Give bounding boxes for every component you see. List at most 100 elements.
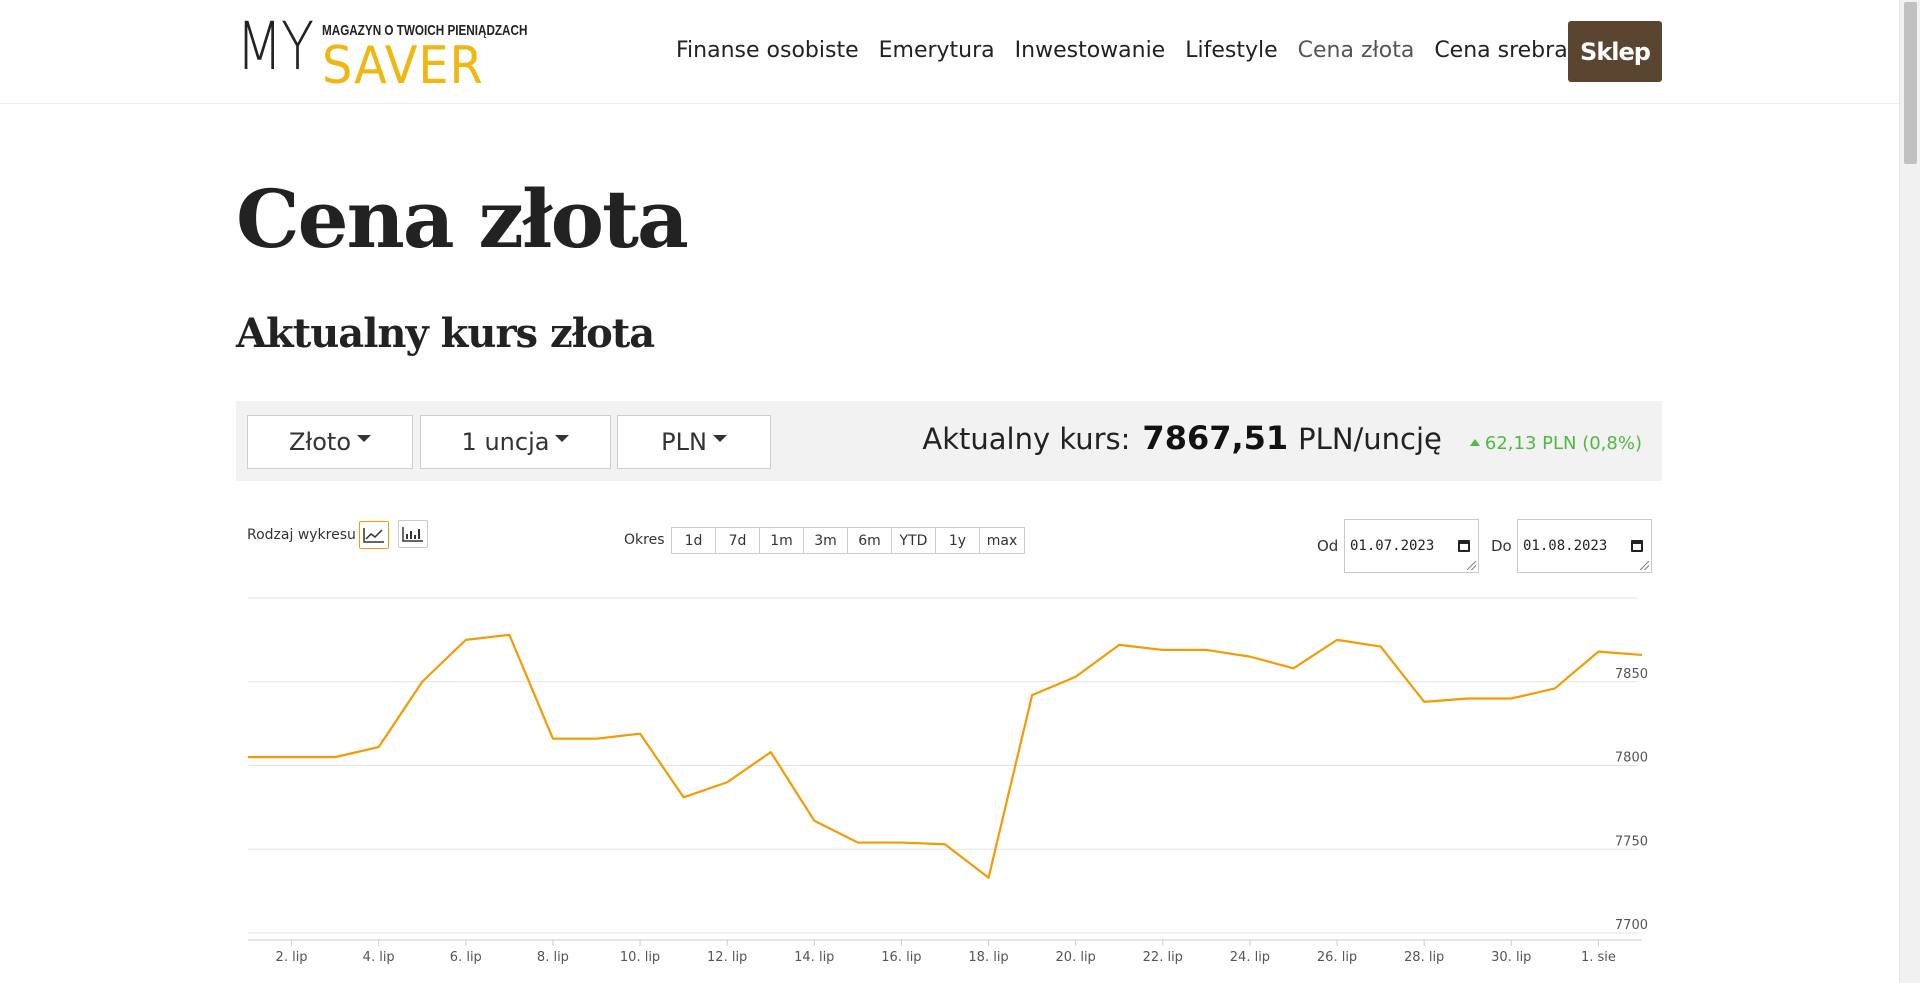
nav-lifestyle[interactable]: Lifestyle — [1185, 38, 1277, 63]
currency-dropdown[interactable]: PLN — [617, 415, 771, 469]
y-tick-label: 7800 — [1615, 751, 1648, 766]
data-point[interactable] — [289, 754, 295, 760]
data-point[interactable] — [550, 736, 556, 742]
data-point[interactable] — [1073, 674, 1079, 680]
period-max[interactable]: max — [979, 527, 1025, 554]
x-tick-label: 26. lip — [1317, 950, 1357, 965]
data-point[interactable] — [332, 754, 338, 760]
data-point[interactable] — [724, 779, 730, 785]
nav-cena-srebra[interactable]: Cena srebra — [1434, 38, 1567, 63]
line-chart-icon — [363, 528, 384, 543]
x-tick-label: 10. lip — [620, 950, 660, 965]
data-point[interactable] — [986, 875, 992, 881]
period-7d[interactable]: 7d — [715, 527, 760, 554]
data-point[interactable] — [1029, 692, 1035, 698]
data-point[interactable] — [376, 744, 382, 750]
x-tick-label: 22. lip — [1143, 950, 1183, 965]
period-1m[interactable]: 1m — [759, 527, 804, 554]
data-point[interactable] — [245, 754, 251, 760]
data-point[interactable] — [1334, 637, 1340, 643]
x-tick-label: 12. lip — [707, 950, 747, 965]
data-point[interactable] — [506, 632, 512, 638]
x-tick-label: 30. lip — [1491, 950, 1531, 965]
weight-dropdown[interactable]: 1 uncja — [420, 415, 611, 469]
section-title: Aktualny kurs złota — [236, 310, 655, 357]
data-point[interactable] — [1421, 699, 1427, 705]
metal-dropdown-label: Złoto — [288, 428, 352, 456]
logo-my: MY — [236, 8, 314, 85]
caret-down-icon — [357, 434, 372, 442]
period-selector: 1d 7d 1m 3m 6m YTD 1y max — [671, 527, 1025, 554]
page-scrollbar[interactable] — [1899, 0, 1920, 983]
data-point[interactable] — [419, 679, 425, 685]
resize-grip-icon — [1640, 561, 1649, 570]
date-to-input[interactable]: 01.08.2023 — [1517, 519, 1652, 573]
bar-chart-icon — [402, 527, 423, 542]
data-point[interactable] — [1639, 652, 1645, 658]
period-1d[interactable]: 1d — [671, 527, 716, 554]
y-tick-label: 7700 — [1615, 918, 1648, 933]
currency-dropdown-label: PLN — [661, 428, 707, 456]
data-point[interactable] — [681, 794, 687, 800]
data-point[interactable] — [898, 840, 904, 846]
data-point[interactable] — [1203, 647, 1209, 653]
period-label: Okres — [624, 532, 665, 548]
site-logo[interactable]: MY MAGAZYN O TWOICH PIENIĄDZACH SAVER — [236, 14, 527, 93]
period-1y[interactable]: 1y — [935, 527, 980, 554]
current-rate: Aktualny kurs: 7867,51 PLN/uncję 62,13 P… — [922, 419, 1642, 457]
nav-inwestowanie[interactable]: Inwestowanie — [1015, 38, 1166, 63]
x-tick-label: 8. lip — [537, 950, 569, 965]
data-point[interactable] — [855, 840, 861, 846]
calendar-icon[interactable] — [1631, 540, 1643, 552]
data-point[interactable] — [768, 749, 774, 755]
scrollbar-thumb[interactable] — [1904, 2, 1917, 164]
weight-dropdown-label: 1 uncja — [461, 428, 550, 456]
x-tick-label: 28. lip — [1404, 950, 1444, 965]
x-tick-label: 24. lip — [1230, 950, 1270, 965]
shop-button[interactable]: Sklep — [1568, 21, 1662, 82]
data-point[interactable] — [1247, 654, 1253, 660]
gold-price-chart[interactable]: 7700 7750 7800 7850 2. lip 4. lip 6. lip 8. lip… — [236, 586, 1662, 983]
resize-grip-icon — [1467, 561, 1476, 570]
data-point[interactable] — [811, 818, 817, 824]
date-to-label: Do — [1491, 537, 1512, 555]
data-point[interactable] — [1552, 685, 1558, 691]
x-tick-label: 16. lip — [881, 950, 921, 965]
selector-bar: Złoto 1 uncja PLN Aktualny kurs: 7867,51… — [236, 401, 1662, 481]
period-3m[interactable]: 3m — [803, 527, 848, 554]
data-point[interactable] — [1116, 642, 1122, 648]
rate-value: 7867,51 — [1142, 419, 1289, 457]
data-point[interactable] — [463, 637, 469, 643]
nav-cena-zlota[interactable]: Cena złota — [1298, 38, 1415, 63]
data-point[interactable] — [637, 731, 643, 737]
data-point[interactable] — [1378, 644, 1384, 650]
rate-change: 62,13 PLN (0,8%) — [1469, 433, 1642, 454]
metal-dropdown[interactable]: Złoto — [247, 415, 413, 469]
caret-down-icon — [712, 434, 727, 442]
y-tick-label: 7750 — [1615, 834, 1648, 849]
rate-unit: PLN/uncję — [1298, 422, 1442, 456]
nav-emerytura[interactable]: Emerytura — [879, 38, 995, 63]
main-nav: Finanse osobiste Emerytura Inwestowanie … — [676, 38, 1588, 63]
x-tick-label: 4. lip — [363, 950, 395, 965]
data-point[interactable] — [1465, 696, 1471, 702]
period-6m[interactable]: 6m — [847, 527, 892, 554]
data-point[interactable] — [942, 841, 948, 847]
page-title: Cena złota — [236, 172, 689, 266]
line-chart-button[interactable] — [359, 521, 389, 549]
caret-down-icon — [555, 434, 570, 442]
date-from-input[interactable]: 01.07.2023 — [1344, 519, 1479, 573]
data-point[interactable] — [594, 736, 600, 742]
data-point[interactable] — [1508, 696, 1514, 702]
data-point[interactable] — [1595, 649, 1601, 655]
nav-finanse-osobiste[interactable]: Finanse osobiste — [676, 38, 859, 63]
chart-type-label: Rodzaj wykresu — [247, 527, 356, 543]
calendar-icon[interactable] — [1458, 540, 1470, 552]
data-point[interactable] — [1291, 665, 1297, 671]
triangle-up-icon — [1469, 439, 1480, 446]
bar-chart-button[interactable] — [398, 520, 428, 548]
period-ytd[interactable]: YTD — [891, 527, 936, 554]
logo-saver: SAVER — [322, 36, 484, 96]
data-point[interactable] — [1160, 647, 1166, 653]
x-tick-label: 14. lip — [794, 950, 834, 965]
